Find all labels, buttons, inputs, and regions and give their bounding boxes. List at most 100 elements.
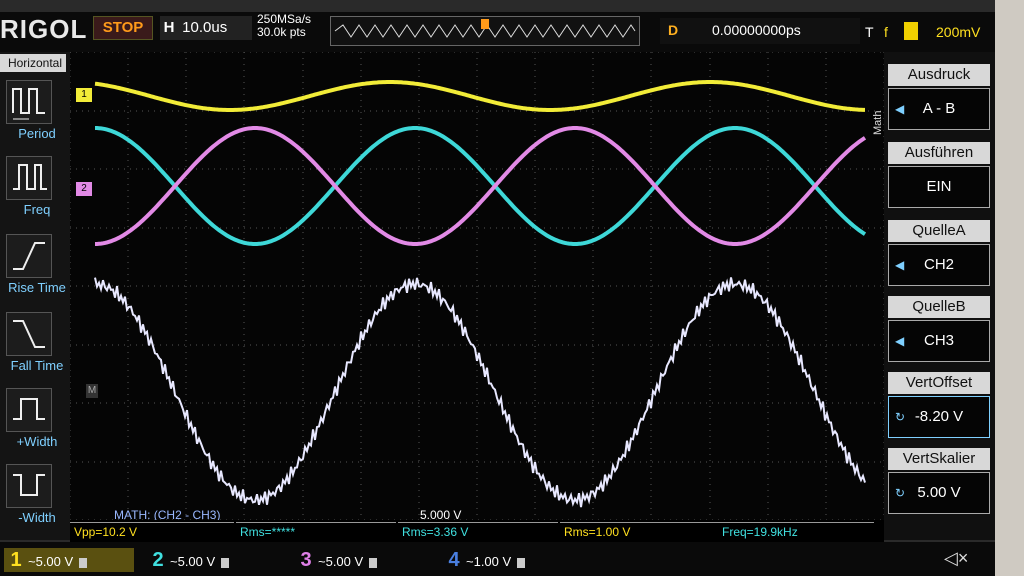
measurement-rms-2[interactable]: Rms=3.36 V bbox=[398, 522, 558, 541]
horizontal-measure-menu: Horizontal Period Freq Rise Time Fall Ti… bbox=[0, 52, 70, 540]
math-expression-value: A - B bbox=[922, 100, 956, 117]
positive-width-icon bbox=[6, 388, 52, 432]
brand-logo: RIGOL bbox=[0, 14, 88, 44]
trigger-indicator[interactable]: T f 200mV bbox=[860, 20, 995, 46]
trigger-position-marker bbox=[481, 19, 489, 29]
math-vert-offset-value-box: ↻ -8.20 V bbox=[888, 396, 990, 438]
timebase-label: H bbox=[163, 19, 175, 36]
negative-width-icon bbox=[6, 464, 52, 508]
speaker-muted-icon[interactable]: ◁× bbox=[944, 548, 968, 569]
ch3-coupling-icon bbox=[369, 557, 378, 568]
memory-depth: 30.0k pts bbox=[257, 25, 306, 39]
math-marker[interactable]: M bbox=[86, 384, 98, 398]
arrow-left-icon: ◀ bbox=[895, 334, 905, 348]
trigger-source-icon bbox=[904, 22, 918, 40]
math-expression-value-box: ◀ A - B bbox=[888, 88, 990, 130]
knob-icon: ↻ bbox=[895, 486, 906, 500]
ch1-coupling-icon bbox=[79, 557, 88, 568]
ch1-marker[interactable]: 1 bbox=[76, 88, 92, 102]
measure-freq-label: Freq bbox=[23, 202, 51, 217]
channel-status-bar: 1 ~5.00 V 2 ~5.00 V 3 ~5.00 V 4 ~1.00 V ◁× bbox=[0, 542, 995, 576]
run-stop-indicator[interactable]: STOP bbox=[93, 16, 153, 40]
trigger-level: 200mV bbox=[936, 24, 981, 40]
knob-icon: ↻ bbox=[895, 410, 906, 424]
math-source-a-value-box: ◀ CH2 bbox=[888, 244, 990, 286]
math-expression-header: Ausdruck bbox=[888, 64, 990, 86]
math-menu-tag: Math bbox=[872, 110, 884, 135]
math-vert-offset-header: VertOffset bbox=[888, 372, 990, 394]
measure-pos-width-button[interactable]: +Width bbox=[2, 388, 66, 460]
ch4-status[interactable]: 4 ~1.00 V bbox=[442, 548, 572, 572]
ch1-scale: ~5.00 V bbox=[28, 554, 74, 569]
ch2-scale: ~5.00 V bbox=[170, 554, 216, 569]
ch1-number: 1 bbox=[10, 549, 22, 571]
trigger-slope-icon: f bbox=[884, 24, 888, 40]
trigger-label: T bbox=[865, 24, 874, 40]
math-source-b-header: QuelleB bbox=[888, 296, 990, 318]
rise-time-icon bbox=[6, 234, 52, 278]
ch3-number: 3 bbox=[300, 549, 312, 571]
ch2-marker[interactable]: 2 bbox=[76, 182, 92, 196]
ch3-status[interactable]: 3 ~5.00 V bbox=[294, 548, 424, 572]
math-execute-value-box: EIN bbox=[888, 166, 990, 208]
waveform-display[interactable]: 1 2 M MATH: (CH2 - CH3) 5.000 V bbox=[69, 51, 885, 522]
math-source-b-softkey[interactable]: QuelleB ◀ CH3 bbox=[888, 296, 990, 362]
timebase-value: 10.0us bbox=[182, 19, 228, 36]
math-vert-scale-softkey[interactable]: VertSkalier ↻ 5.00 V bbox=[888, 448, 990, 514]
measurement-rms-3[interactable]: Rms=1.00 V bbox=[560, 522, 718, 541]
ch2-trace bbox=[95, 126, 867, 246]
math-vert-offset-softkey[interactable]: VertOffset ↻ -8.20 V bbox=[888, 372, 990, 438]
measure-freq-button[interactable]: Freq bbox=[2, 156, 66, 228]
measure-fall-time-label: Fall Time bbox=[10, 358, 64, 373]
measure-neg-width-label: -Width bbox=[18, 510, 56, 525]
math-trace bbox=[94, 277, 866, 508]
math-source-b-value: CH3 bbox=[923, 332, 954, 349]
ch3-trace bbox=[95, 126, 867, 246]
ch1-trace bbox=[94, 80, 865, 112]
arrow-left-icon: ◀ bbox=[895, 258, 905, 272]
frequency-icon bbox=[6, 156, 52, 200]
ch2-number: 2 bbox=[152, 549, 164, 571]
math-execute-header: Ausführen bbox=[888, 142, 990, 164]
math-vert-scale-header: VertSkalier bbox=[888, 448, 990, 470]
measure-rise-time-label: Rise Time bbox=[8, 280, 66, 295]
left-menu-title: Horizontal bbox=[0, 54, 66, 72]
ch2-status[interactable]: 2 ~5.00 V bbox=[146, 548, 276, 572]
delay-value: 0.00000000ps bbox=[712, 22, 801, 38]
math-expression-softkey[interactable]: Ausdruck ◀ A - B bbox=[888, 64, 990, 130]
measurement-freq[interactable]: Freq=19.9kHz bbox=[718, 522, 874, 541]
math-execute-softkey[interactable]: Ausführen EIN bbox=[888, 142, 990, 208]
arrow-left-icon: ◀ bbox=[895, 102, 905, 116]
measurement-bar: Vpp=10.2 V Rms=***** Rms=3.36 V Rms=1.00… bbox=[70, 520, 884, 542]
measurement-rms-1[interactable]: Rms=***** bbox=[236, 522, 396, 541]
ch4-number: 4 bbox=[448, 549, 460, 571]
ch1-status[interactable]: 1 ~5.00 V bbox=[4, 548, 134, 572]
measurement-vpp[interactable]: Vpp=10.2 V bbox=[70, 522, 234, 541]
measure-neg-width-button[interactable]: -Width bbox=[2, 464, 66, 536]
period-icon bbox=[6, 80, 52, 124]
measure-rise-time-button[interactable]: Rise Time bbox=[2, 234, 66, 306]
math-vert-offset-value: -8.20 V bbox=[914, 408, 964, 425]
waveform-canvas bbox=[69, 51, 885, 521]
ch4-coupling-icon bbox=[517, 557, 526, 568]
math-source-a-softkey[interactable]: QuelleA ◀ CH2 bbox=[888, 220, 990, 286]
measure-fall-time-button[interactable]: Fall Time bbox=[2, 312, 66, 384]
ch4-scale: ~1.00 V bbox=[466, 554, 512, 569]
delay-indicator[interactable]: D 0.00000000ps bbox=[660, 18, 860, 44]
acquisition-info: 250MSa/s 30.0k pts bbox=[257, 13, 311, 39]
measure-period-button[interactable]: Period bbox=[2, 80, 66, 152]
math-source-a-header: QuelleA bbox=[888, 220, 990, 242]
math-menu: Ausdruck ◀ A - B Ausführen EIN QuelleA ◀ C… bbox=[884, 52, 995, 540]
ch2-coupling-icon bbox=[221, 557, 230, 568]
math-source-b-value-box: ◀ CH3 bbox=[888, 320, 990, 362]
math-execute-value: EIN bbox=[926, 178, 952, 195]
math-vert-scale-value-box: ↻ 5.00 V bbox=[888, 472, 990, 514]
graticule bbox=[69, 51, 885, 521]
measure-pos-width-label: +Width bbox=[16, 434, 58, 449]
timebase-indicator[interactable]: H 10.0us bbox=[160, 16, 252, 40]
memory-waveform-preview bbox=[334, 19, 636, 38]
math-vert-scale-value: 5.00 V bbox=[917, 484, 961, 501]
delay-label: D bbox=[668, 22, 679, 38]
scope-bezel-right bbox=[995, 0, 1024, 576]
memory-overview[interactable] bbox=[330, 16, 640, 46]
